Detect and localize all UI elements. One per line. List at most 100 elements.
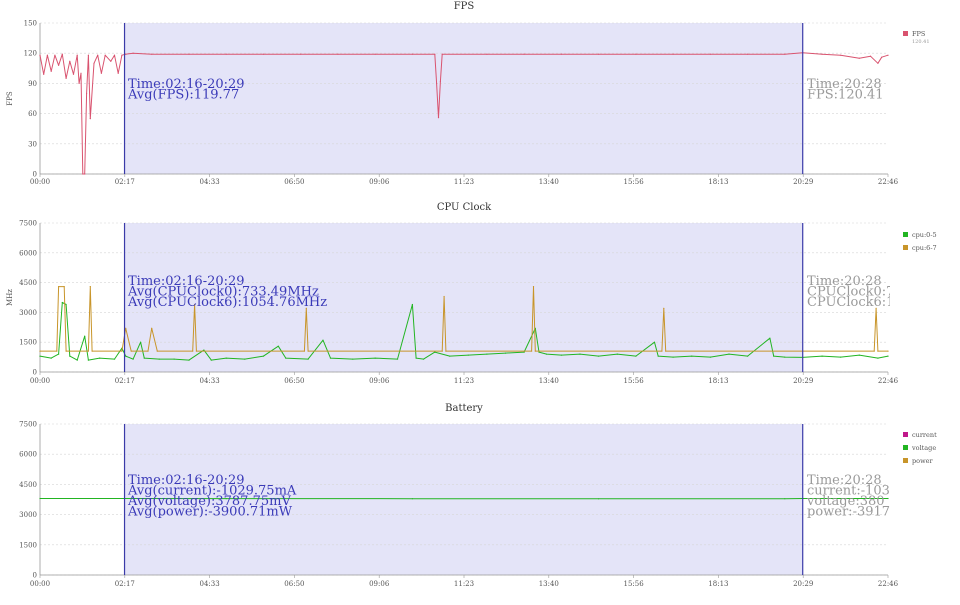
y-tick-label: 150: [24, 20, 37, 28]
cpu-clock-chart[interactable]: CPU Clock 0 1500 3000 4500 6000 7500 00:00 02:17…: [0, 199, 960, 400]
data-point: [657, 355, 659, 357]
data-point: [84, 335, 86, 337]
data-point: [97, 54, 99, 56]
legend-swatch: [903, 245, 908, 250]
data-point: [173, 358, 175, 360]
legend-label: current: [912, 431, 937, 439]
x-tick-label: 06:50: [284, 178, 304, 186]
battery-chart[interactable]: Battery 0 1500 3000 4500 6000 7500 00:00 02:17 04…: [0, 400, 960, 605]
data-point: [285, 357, 287, 359]
x-tick-label: 00:00: [30, 178, 50, 186]
data-point: [192, 350, 194, 352]
data-point: [89, 286, 91, 288]
data-point: [72, 73, 75, 75]
data-point: [337, 53, 339, 55]
data-point: [50, 70, 52, 72]
data-point: [352, 358, 354, 360]
data-point: [132, 358, 134, 360]
data-point: [887, 355, 889, 357]
y-tick-label: 90: [28, 80, 37, 88]
x-tick-label: 11:23: [454, 377, 474, 385]
data-point: [881, 56, 883, 58]
y-tick-label: 6000: [19, 249, 37, 257]
data-point: [63, 286, 65, 288]
data-point: [840, 356, 842, 358]
y-tick-label: 0: [33, 369, 37, 377]
data-point: [877, 350, 879, 352]
legend-swatch: [903, 432, 908, 437]
data-point: [691, 355, 693, 357]
legend-label: FPS: [912, 30, 925, 38]
data-point: [84, 173, 86, 175]
data-point: [125, 327, 127, 329]
x-tick-label: 04:33: [200, 580, 220, 588]
data-point: [65, 77, 67, 79]
data-point: [858, 354, 860, 356]
data-point: [374, 357, 376, 359]
data-point: [773, 355, 775, 357]
data-point: [415, 357, 417, 359]
data-point: [436, 82, 438, 84]
data-point: [69, 60, 71, 62]
data-point: [58, 286, 60, 288]
x-tick-label: 02:17: [115, 580, 135, 588]
data-point: [784, 356, 786, 358]
legend-swatch: [903, 232, 908, 237]
data-point: [125, 53, 127, 55]
legend-label: power: [912, 457, 933, 465]
data-point: [110, 60, 112, 62]
data-point: [78, 82, 80, 84]
x-tick-label: 09:06: [369, 580, 390, 588]
legend-label: voltage: [911, 444, 936, 452]
x-tick-label: 09:06: [369, 377, 390, 385]
x-tick-label: 13:40: [539, 377, 559, 385]
data-point: [329, 357, 332, 359]
legend-swatch: [903, 31, 908, 36]
y-tick-label: 4500: [19, 279, 37, 287]
legend-swatch: [903, 445, 908, 450]
x-tick-label: 18:13: [708, 580, 728, 588]
y-tick-label: 120: [24, 50, 37, 58]
data-point: [545, 353, 548, 355]
data-point: [39, 355, 41, 357]
data-point: [87, 350, 89, 352]
y-tick-label: 1500: [19, 541, 37, 549]
y-tick-label: 7500: [19, 421, 37, 429]
x-tick-label: 20:29: [793, 377, 813, 385]
data-point: [99, 357, 101, 359]
data-point: [467, 354, 469, 356]
data-point: [125, 355, 127, 357]
data-point: [423, 358, 425, 360]
x-tick-label: 06:50: [284, 580, 304, 588]
data-point: [538, 351, 540, 353]
data-point: [143, 357, 145, 359]
data-point: [140, 341, 142, 343]
data-point: [858, 57, 860, 59]
data-point: [195, 350, 197, 352]
y-axis-label: MHz: [6, 289, 14, 306]
data-point: [560, 354, 563, 356]
data-point: [188, 53, 190, 55]
x-tick-label: 13:40: [539, 178, 559, 186]
data-point: [441, 350, 443, 352]
data-point: [130, 350, 132, 352]
y-tick-label: 6000: [19, 451, 37, 459]
legend-swatch: [903, 458, 908, 463]
data-point: [91, 350, 93, 352]
data-point: [877, 62, 879, 64]
x-tick-label: 06:50: [284, 377, 304, 385]
x-tick-label: 22:46: [878, 178, 899, 186]
x-tick-label: 00:00: [30, 377, 50, 385]
data-point: [89, 118, 91, 120]
data-point: [439, 80, 441, 82]
x-tick-label: 02:17: [115, 178, 135, 186]
data-point: [873, 350, 875, 352]
data-point: [307, 350, 309, 352]
data-point: [665, 350, 667, 352]
data-point: [56, 350, 58, 352]
data-point: [445, 350, 447, 352]
data-point: [65, 350, 67, 352]
data-point: [69, 355, 71, 357]
legend-label: cpu:6-7: [912, 244, 937, 252]
fps-chart[interactable]: FPS030609012015000:00 02:17 04:33 06:50 09:0…: [0, 0, 960, 199]
